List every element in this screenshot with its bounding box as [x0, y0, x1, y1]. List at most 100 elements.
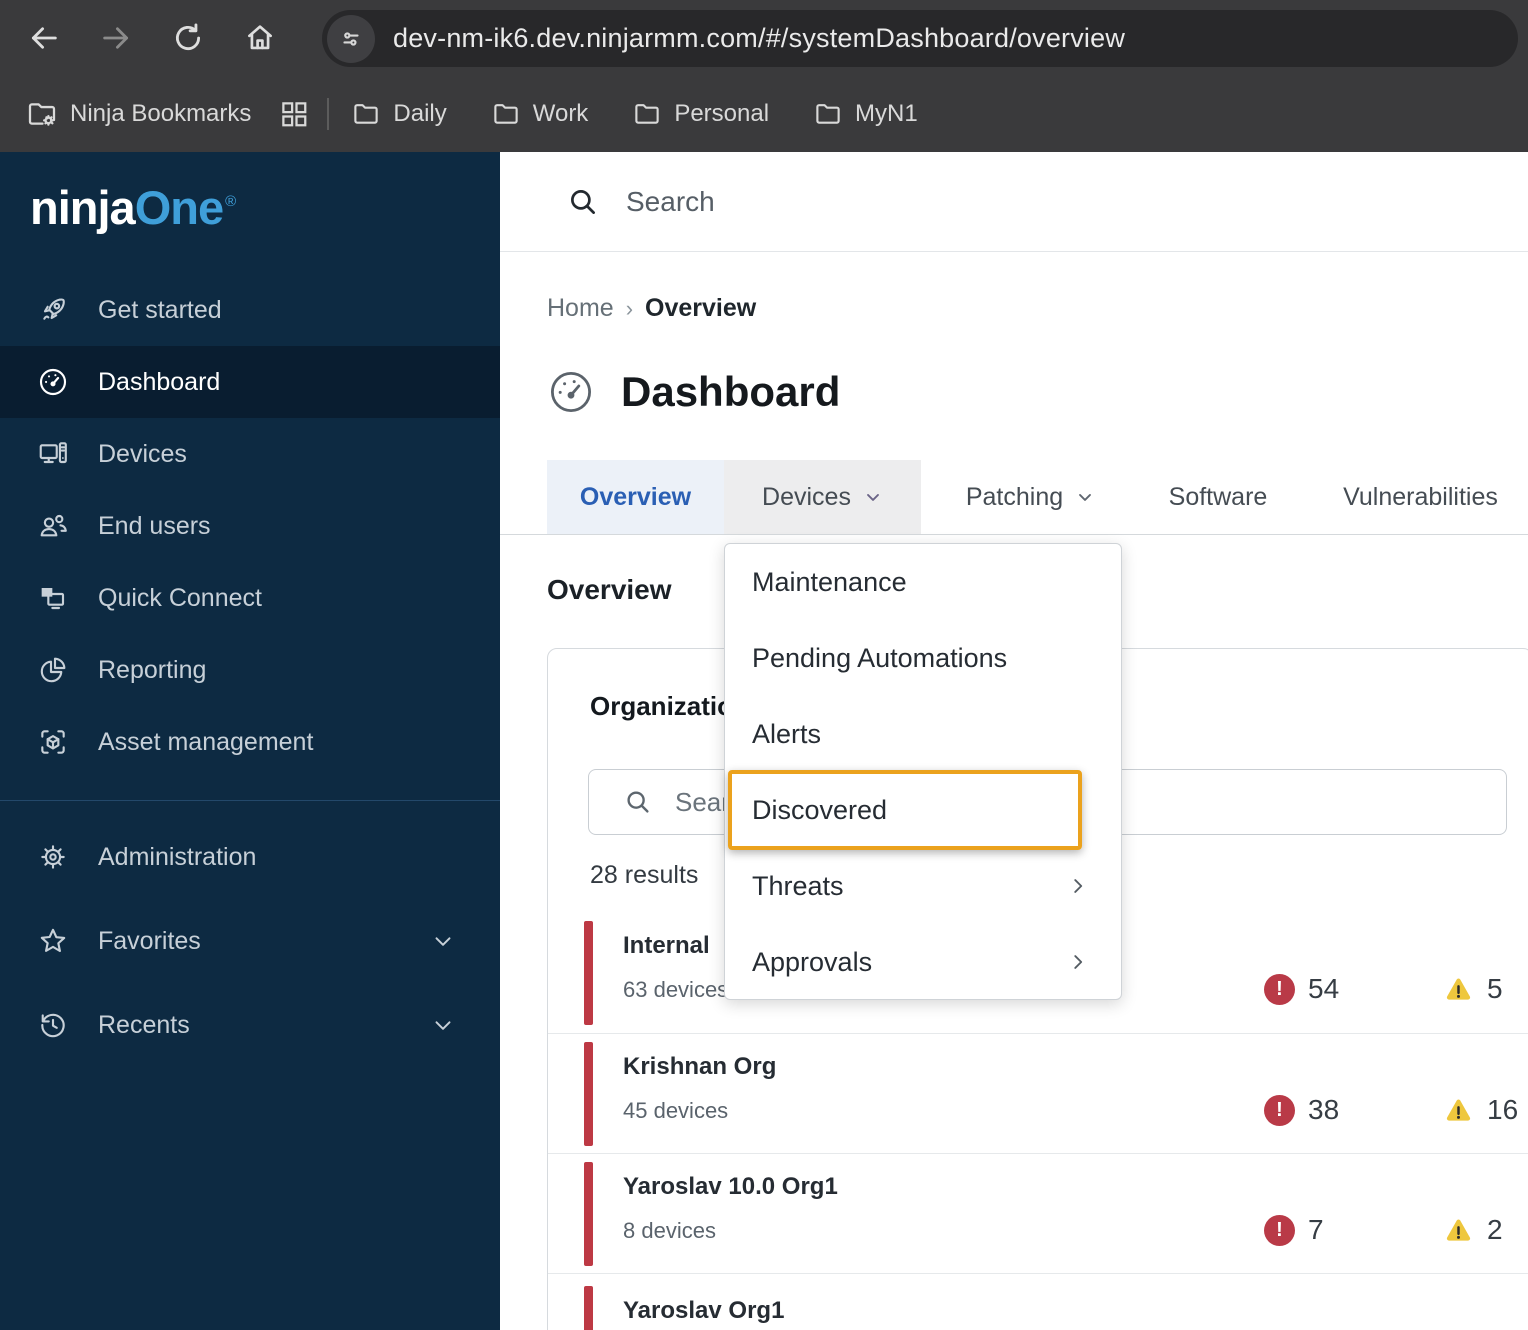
- sidebar-item-label: Asset management: [98, 727, 314, 756]
- sidebar-divider: [0, 800, 500, 801]
- bookmarks-label: Ninja Bookmarks: [70, 100, 252, 127]
- apps-grid-button[interactable]: [279, 99, 309, 129]
- sidebar-item-quick-connect[interactable]: Quick Connect: [0, 562, 500, 634]
- error-badge: ! 54: [1264, 973, 1339, 1005]
- org-status-bar: [584, 921, 593, 1025]
- browser-toolbar: dev-nm-ik6.dev.ninjarmm.com/#/systemDash…: [0, 0, 1528, 76]
- folder-label: Work: [532, 100, 589, 127]
- error-icon: !: [1264, 973, 1295, 1005]
- sidebar-item-label: Recents: [98, 1010, 190, 1039]
- dashboard-gauge-icon: [547, 368, 595, 416]
- chevron-right-icon: [1067, 951, 1089, 973]
- tune-icon: [343, 31, 359, 46]
- main-content: Home › Overview Dashboard Overview Devic…: [500, 152, 1528, 1330]
- devices-dropdown-menu: Maintenance Pending Automations Alerts D…: [724, 543, 1122, 1000]
- sidebar-item-dashboard[interactable]: Dashboard: [0, 346, 500, 418]
- bookmark-folder-myn1[interactable]: MyN1: [813, 99, 918, 129]
- warning-badge: 2: [1443, 1214, 1503, 1246]
- menu-item-alerts[interactable]: Alerts: [725, 696, 1121, 772]
- sidebar: ninjaOne ® Get started Dashboard Devices…: [0, 152, 500, 1330]
- tab-devices[interactable]: Devices: [724, 460, 921, 534]
- site-settings-circle[interactable]: [327, 14, 375, 63]
- sidebar-item-label: Reporting: [98, 655, 207, 684]
- error-count: 38: [1308, 1094, 1340, 1125]
- breadcrumb: Home › Overview: [547, 294, 756, 323]
- page-title-bar: Dashboard: [547, 368, 840, 416]
- menu-item-threats[interactable]: Threats: [725, 848, 1121, 924]
- warning-count: 2: [1487, 1214, 1503, 1245]
- org-name: Yaroslav Org1: [623, 1297, 785, 1324]
- warning-count: 16: [1487, 1094, 1519, 1125]
- breadcrumb-separator: ›: [625, 295, 634, 321]
- error-badge: ! 7: [1264, 1214, 1324, 1246]
- devices-icon: [36, 437, 70, 471]
- menu-item-discovered[interactable]: Discovered: [725, 772, 1121, 848]
- org-name: Krishnan Org: [623, 1053, 777, 1080]
- org-status-bar: [584, 1286, 593, 1330]
- ninja-bookmarks-folder[interactable]: Ninja Bookmarks: [26, 98, 251, 130]
- sidebar-item-label: Quick Connect: [98, 583, 262, 612]
- org-device-count: 8 devices: [623, 1218, 716, 1243]
- tab-patching[interactable]: Patching: [946, 460, 1115, 534]
- global-search-input[interactable]: [626, 185, 1226, 218]
- bookmark-folder-daily[interactable]: Daily: [351, 99, 447, 129]
- sidebar-item-recents[interactable]: Recents: [0, 983, 500, 1067]
- tab-software[interactable]: Software: [1158, 460, 1278, 534]
- sidebar-item-reporting[interactable]: Reporting: [0, 634, 500, 706]
- folder-label: Daily: [393, 100, 447, 127]
- org-name: Internal: [623, 932, 710, 959]
- chevron-right-icon: [1067, 875, 1089, 897]
- sidebar-item-get-started[interactable]: Get started: [0, 274, 500, 346]
- apps-grid-icon: [282, 102, 307, 127]
- sidebar-item-administration[interactable]: Administration: [0, 815, 500, 899]
- gear-icon: [36, 840, 70, 874]
- sidebar-nav: Get started Dashboard Devices End users …: [0, 274, 500, 1067]
- folder-label: Personal: [674, 100, 770, 127]
- bookmark-folder-work[interactable]: Work: [491, 99, 589, 129]
- tab-bar: Overview Devices Patching Software Vulne…: [547, 460, 1528, 535]
- chevron-down-icon: [430, 928, 456, 954]
- error-icon: !: [1264, 1214, 1295, 1246]
- sidebar-item-asset-management[interactable]: Asset management: [0, 706, 500, 778]
- folder-icon: [354, 104, 379, 124]
- users-icon: [36, 509, 70, 543]
- menu-item-approvals[interactable]: Approvals: [725, 924, 1121, 1000]
- back-icon[interactable]: [22, 16, 66, 60]
- org-device-count: 45 devices: [623, 1098, 729, 1123]
- tab-vulnerabilities[interactable]: Vulnerabilities: [1328, 460, 1513, 534]
- pie-chart-icon: [36, 653, 70, 687]
- menu-item-maintenance[interactable]: Maintenance: [725, 544, 1121, 620]
- star-icon: [36, 924, 70, 958]
- page-title: Dashboard: [621, 368, 841, 415]
- sidebar-item-label: Favorites: [98, 926, 201, 955]
- bookmark-folder-personal[interactable]: Personal: [632, 99, 769, 129]
- global-search-bar: [500, 152, 1528, 252]
- sidebar-item-label: Administration: [98, 842, 257, 871]
- home-icon[interactable]: [238, 16, 282, 60]
- folder-gear-icon: [28, 103, 56, 126]
- org-name: Yaroslav 10.0 Org1: [623, 1173, 838, 1200]
- org-row[interactable]: Yaroslav 10.0 Org1 8 devices ! 7 2: [548, 1153, 1528, 1273]
- org-device-count: 63 devices: [623, 977, 729, 1002]
- url-bar[interactable]: dev-nm-ik6.dev.ninjarmm.com/#/systemDash…: [322, 10, 1518, 67]
- sidebar-item-label: End users: [98, 511, 211, 540]
- url-text: dev-nm-ik6.dev.ninjarmm.com/#/systemDash…: [393, 23, 1126, 53]
- search-icon: [623, 787, 653, 817]
- error-icon: !: [1264, 1094, 1295, 1126]
- forward-icon[interactable]: [94, 16, 138, 60]
- error-badge: ! 38: [1264, 1094, 1339, 1126]
- tab-overview[interactable]: Overview: [547, 460, 724, 534]
- sidebar-item-end-users[interactable]: End users: [0, 490, 500, 562]
- quick-connect-icon: [36, 581, 70, 615]
- breadcrumb-home[interactable]: Home: [547, 294, 614, 323]
- sidebar-item-devices[interactable]: Devices: [0, 418, 500, 490]
- browser-chrome: dev-nm-ik6.dev.ninjarmm.com/#/systemDash…: [0, 0, 1528, 152]
- menu-item-pending-automations[interactable]: Pending Automations: [725, 620, 1121, 696]
- reload-icon[interactable]: [166, 16, 210, 60]
- org-row[interactable]: Yaroslav Org1: [548, 1273, 1528, 1330]
- org-row[interactable]: Krishnan Org 45 devices ! 38 16: [548, 1033, 1528, 1153]
- warning-triangle-icon: [1446, 1098, 1471, 1121]
- org-status-bar: [584, 1162, 593, 1266]
- sidebar-item-favorites[interactable]: Favorites: [0, 899, 500, 983]
- sidebar-item-label: Dashboard: [98, 367, 221, 396]
